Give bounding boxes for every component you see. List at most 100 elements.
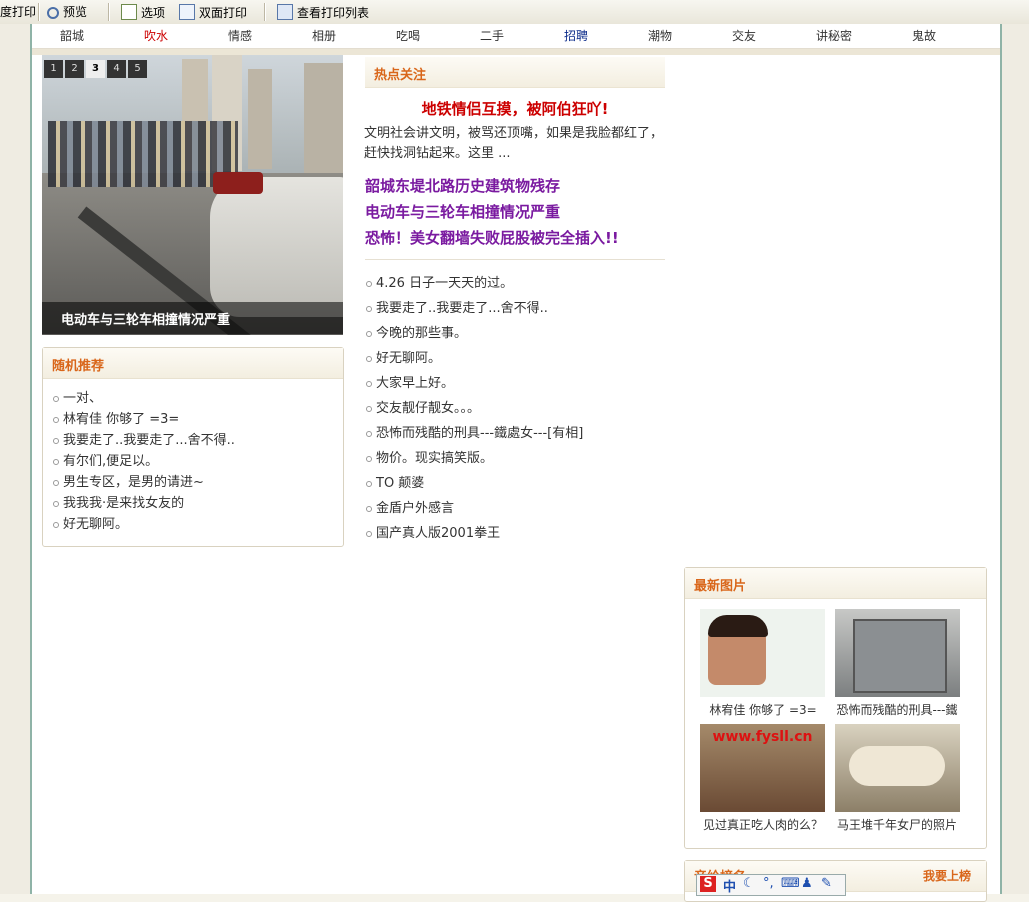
nav-item[interactable]: 鬼故: [912, 27, 936, 44]
print-list-icon: [277, 4, 293, 20]
ime-keyboard-icon[interactable]: ⌨: [781, 876, 800, 891]
list-item[interactable]: 国产真人版2001拳王: [364, 523, 664, 548]
hot-article-list: 4.26 日子一天天的过。 我要走了..我要走了...舍不得.. 今晚的那些事。…: [364, 273, 664, 548]
list-item[interactable]: 金盾户外感言: [364, 498, 664, 523]
list-item[interactable]: 一对、: [51, 388, 235, 409]
checklist-icon: [121, 4, 137, 20]
photo-hair: [708, 615, 768, 637]
toolbar-separator: [38, 3, 40, 21]
preview-label: 预览: [63, 5, 88, 19]
nav-item[interactable]: 招聘: [564, 27, 588, 44]
nav-item[interactable]: 情感: [228, 27, 252, 44]
list-item[interactable]: 男生专区，是男的请进~: [51, 472, 235, 493]
nav-item[interactable]: 吹水: [144, 27, 168, 44]
picture-caption[interactable]: 马王堆千年女尸的照片: [832, 816, 962, 833]
duplex-print-button[interactable]: 双面打印: [179, 4, 247, 20]
picture-caption[interactable]: 林宥佳 你够了 =3=: [698, 701, 828, 718]
hot-title: 热点关注: [374, 68, 427, 83]
list-item[interactable]: 好无聊阿。: [364, 348, 664, 373]
photo-object: [849, 746, 945, 786]
box-title: 随机推荐: [52, 359, 105, 374]
list-item[interactable]: 交友靓仔靓女。。。: [364, 398, 664, 423]
slide-car: [210, 177, 343, 317]
join-ranking-link[interactable]: 我要上榜: [923, 867, 971, 884]
picture-caption[interactable]: 见过真正吃人肉的么？: [698, 816, 828, 833]
picture-caption[interactable]: 恐怖而残酷的刑具---鐵: [832, 701, 962, 718]
slideshow-image[interactable]: [42, 55, 343, 335]
hot-header: 热点关注: [365, 57, 665, 88]
random-list: 一对、 林宥佳 你够了 =3= 我要走了..我要走了...舍不得.. 有尔们,便…: [51, 388, 235, 535]
print-preview-toolbar: 度打印 预览 选项 双面打印 查看打印列表: [0, 0, 1029, 25]
latest-picture[interactable]: [835, 724, 960, 812]
list-item[interactable]: 林宥佳 你够了 =3=: [51, 409, 235, 430]
slide-number-active[interactable]: 3: [86, 60, 105, 78]
list-item[interactable]: 大家早上好。: [364, 373, 664, 398]
hot-headline[interactable]: 地铁情侣互摸，被阿伯狂吖!: [365, 98, 665, 119]
slide-number[interactable]: 5: [128, 60, 147, 78]
channel-nav: 韶城 吹水 情感 相册 吃喝 二手 招聘 潮物 交友 讲秘密 鬼故: [32, 24, 1000, 49]
nav-item[interactable]: 潮物: [648, 27, 672, 44]
ime-skin-icon[interactable]: ♟: [801, 876, 813, 891]
box-header: 随机推荐: [43, 348, 343, 379]
slide-caption: 电动车与三轮车相撞情况严重: [61, 313, 231, 328]
hot-link[interactable]: 电动车与三轮车相撞情况严重: [365, 201, 560, 222]
list-item[interactable]: 物价。现实搞笑版。: [364, 448, 664, 473]
ime-punctuation-icon[interactable]: °,: [763, 876, 774, 891]
ime-toolbar[interactable]: S 中 ☾ °, ⌨ ♟ ✎: [696, 874, 846, 896]
photo-watermark: www.fysll.cn: [712, 729, 813, 745]
nav-item[interactable]: 交友: [732, 27, 756, 44]
nav-item[interactable]: 韶城: [60, 27, 84, 44]
photo-object: [853, 619, 947, 693]
slide-building: [248, 69, 272, 169]
options-label: 选项: [141, 6, 166, 20]
slide-car-taillight: [213, 172, 263, 194]
print-label: 度打印: [0, 5, 37, 19]
duplex-page-icon: [179, 4, 195, 20]
hot-link[interactable]: 恐怖！美女翻墙失败屁股被完全插入!!: [365, 227, 619, 248]
divider: [365, 259, 665, 260]
list-item[interactable]: TO 颠婆: [364, 473, 664, 498]
options-button[interactable]: 选项: [121, 4, 165, 20]
latest-picture[interactable]: www.fysll.cn: [700, 724, 825, 812]
hot-link[interactable]: 韶城东堤北路历史建筑物残存: [365, 175, 560, 196]
ime-settings-icon[interactable]: ✎: [821, 876, 832, 891]
list-item[interactable]: 我我我·是来找女友的: [51, 493, 235, 514]
box-title: 最新图片: [694, 579, 747, 594]
page-gutter-left: [0, 24, 32, 894]
list-item[interactable]: 我要走了..我要走了...舍不得..: [51, 430, 235, 451]
slide-pager: 1 2 3 4 5: [44, 60, 149, 78]
slide-number[interactable]: 1: [44, 60, 63, 78]
print-list-label: 查看打印列表: [297, 6, 370, 20]
print-list-button[interactable]: 查看打印列表: [277, 4, 369, 20]
latest-picture[interactable]: [835, 609, 960, 697]
slide-crowd: [48, 121, 238, 187]
slide-number[interactable]: 4: [107, 60, 126, 78]
toolbar-separator: [264, 3, 266, 21]
preview-button[interactable]: 预览: [47, 4, 87, 20]
slide-number[interactable]: 2: [65, 60, 84, 78]
nav-item[interactable]: 讲秘密: [816, 27, 852, 44]
ime-language-toggle[interactable]: 中: [723, 876, 736, 895]
toolbar-separator: [108, 3, 110, 21]
hot-summary: 文明社会讲文明，被骂还顶嘴，如果是我脸都红了，赶快找洞钻起来。这里 ...: [364, 126, 664, 161]
random-recommend-box: 随机推荐 一对、 林宥佳 你够了 =3= 我要走了..我要走了...舍不得.. …: [42, 347, 344, 547]
page-gutter-right: [1000, 24, 1029, 894]
nav-item[interactable]: 吃喝: [396, 27, 420, 44]
print-button[interactable]: 度打印: [0, 4, 36, 20]
nav-item[interactable]: 二手: [480, 27, 504, 44]
list-item[interactable]: 恐怖而残酷的刑具---鐵處女---[有相]: [364, 423, 664, 448]
list-item[interactable]: 我要走了..我要走了...舍不得..: [364, 298, 664, 323]
ime-moon-icon[interactable]: ☾: [743, 876, 755, 891]
list-item[interactable]: 好无聊阿。: [51, 514, 235, 535]
slide-caption-bar[interactable]: 电动车与三轮车相撞情况严重: [42, 302, 343, 334]
nav-item[interactable]: 相册: [312, 27, 336, 44]
box-header: 最新图片: [685, 568, 986, 599]
sogou-logo-icon: S: [700, 876, 716, 892]
list-item[interactable]: 今晚的那些事。: [364, 323, 664, 348]
magnifier-icon: [47, 7, 59, 19]
list-item[interactable]: 4.26 日子一天天的过。: [364, 273, 664, 298]
duplex-label: 双面打印: [199, 6, 248, 20]
latest-picture[interactable]: [700, 609, 825, 697]
list-item[interactable]: 有尔们,便足以。: [51, 451, 235, 472]
slide-building: [304, 63, 343, 173]
